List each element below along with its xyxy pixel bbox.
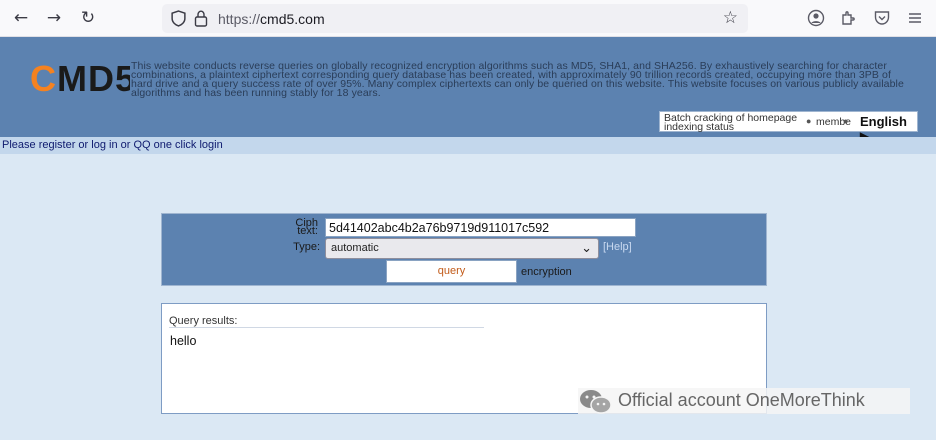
back-button[interactable]: ←	[9, 7, 33, 29]
lock-icon[interactable]	[194, 10, 208, 27]
reload-button[interactable]: ↻	[76, 7, 100, 29]
login-links[interactable]: Please register or log in or QQ one clic…	[2, 139, 223, 151]
bookmark-star-icon[interactable]: ☆	[723, 8, 738, 28]
results-divider	[169, 327, 484, 328]
type-select[interactable]: automatic ⌄	[325, 238, 599, 259]
encryption-link[interactable]: encryption	[521, 266, 572, 278]
forward-button[interactable]: →	[42, 7, 66, 29]
logo-rest: MD5	[57, 59, 130, 99]
logo-c: C	[30, 59, 57, 99]
wechat-icon	[580, 390, 612, 414]
help-link[interactable]: [Help]	[603, 241, 632, 253]
url-bar[interactable]: https://cmd5.com ☆	[162, 4, 748, 33]
url-host: cmd5.com	[260, 11, 325, 27]
login-bar: Please register or log in or QQ one clic…	[0, 137, 936, 154]
site-logo[interactable]: CMD5	[30, 59, 130, 99]
site-intro-text: This website conducts reverse queries on…	[131, 60, 904, 99]
site-header: CMD5 This website conducts reverse queri…	[0, 37, 936, 144]
results-value: hello	[170, 334, 197, 348]
watermark: Official account OneMoreThink	[578, 388, 910, 414]
indexing-status-link[interactable]: indexing status	[664, 122, 797, 133]
cipher-input[interactable]	[325, 218, 636, 237]
browser-toolbar: ← → ↻ https://cmd5.com ☆	[0, 0, 936, 37]
chevron-down-icon: ⌄	[581, 240, 592, 255]
results-label: Query results:	[169, 315, 238, 327]
query-panel: Ciph text: Type: automatic ⌄ [Help] quer…	[161, 213, 767, 286]
menu-icon[interactable]	[906, 9, 924, 27]
separator-dot: ●	[806, 116, 812, 126]
shield-icon[interactable]	[170, 10, 187, 27]
header-links-bar: Batch cracking of homepage indexing stat…	[659, 111, 918, 144]
batch-cracking-link[interactable]: Batch cracking of homepage indexing stat…	[664, 113, 797, 133]
type-label: Type:	[293, 241, 320, 253]
url-text[interactable]: https://cmd5.com	[218, 11, 325, 27]
watermark-text: Official account OneMoreThink	[618, 390, 865, 410]
query-button[interactable]: query	[386, 260, 517, 283]
url-scheme: https://	[218, 11, 261, 27]
cipher-label: Ciph text:	[295, 217, 318, 237]
separator-dot: ●	[843, 116, 849, 126]
extensions-icon[interactable]	[840, 9, 858, 27]
account-icon[interactable]	[807, 9, 825, 27]
pocket-icon[interactable]	[873, 9, 891, 27]
type-select-value: automatic	[331, 242, 379, 254]
